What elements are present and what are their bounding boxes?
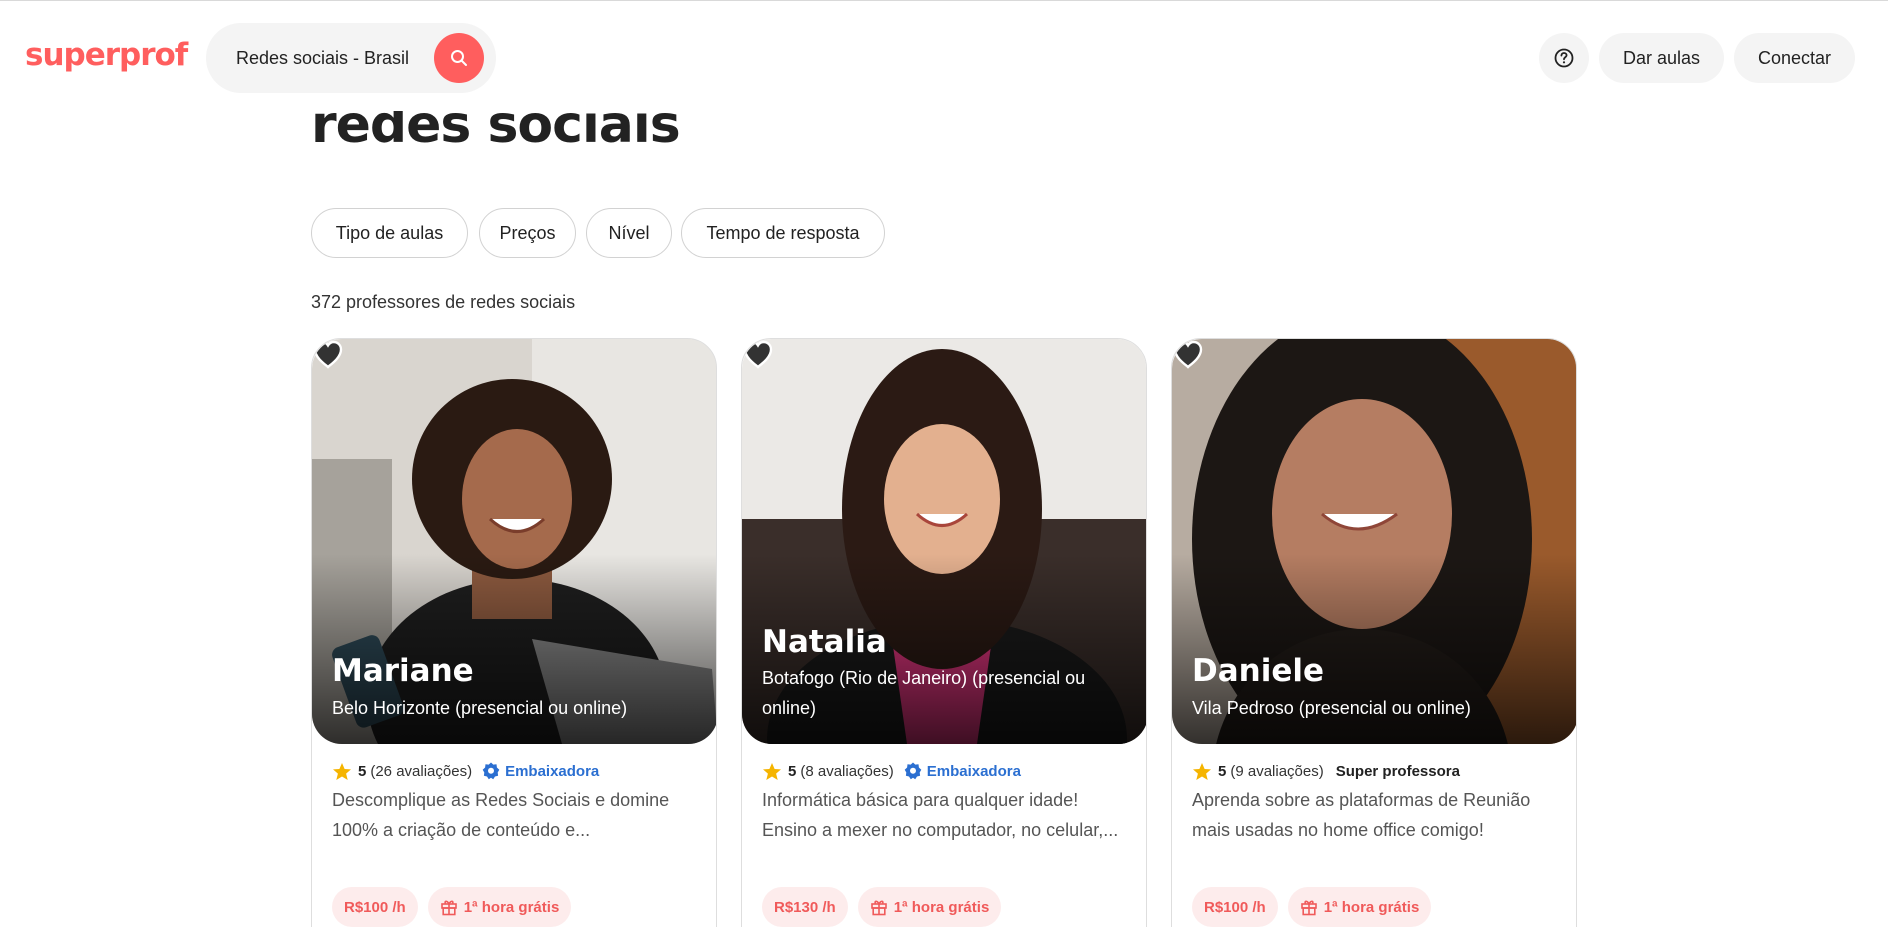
filter-response-time[interactable]: Tempo de resposta xyxy=(681,208,885,258)
super-teacher-badge: Super professora xyxy=(1335,762,1460,780)
price-tag: R$130 /h xyxy=(762,887,848,927)
teacher-name[interactable]: Natalia xyxy=(762,624,887,660)
teacher-description: Informática básica para qualquer idade! … xyxy=(762,790,1119,840)
review-count: (26 avaliações) xyxy=(370,762,473,780)
heart-icon[interactable] xyxy=(1172,339,1204,369)
rating-row: 5 (9 avaliações) Super professora xyxy=(1192,754,1460,788)
tag-row: R$130 /h 1ª hora grátis xyxy=(762,887,1002,927)
free-hour-tag: 1ª hora grátis xyxy=(857,887,1002,927)
help-button[interactable] xyxy=(1539,33,1589,83)
teach-button[interactable]: Dar aulas xyxy=(1599,33,1724,83)
teacher-photo: Natalia Botafogo (Rio de Janeiro) (prese… xyxy=(742,339,1146,744)
review-count: (8 avaliações) xyxy=(800,762,894,780)
teacher-location: Vila Pedroso (presencial ou online) xyxy=(1192,698,1471,718)
search-bar[interactable]: Redes sociais - Brasil xyxy=(206,23,496,93)
rating-row: 5 (26 avaliações) Embaixadora xyxy=(332,754,599,788)
ambassador-badge: Embaixadora xyxy=(904,762,1021,780)
ambassador-badge: Embaixadora xyxy=(482,762,599,780)
free-hour-label: 1ª hora grátis xyxy=(463,898,560,916)
site-header: superprof Redes sociais - Brasil Dar aul… xyxy=(0,1,1888,111)
review-count: (9 avaliações) xyxy=(1230,762,1324,780)
help-circle-icon xyxy=(1554,48,1574,68)
superprof-logo[interactable]: superprof xyxy=(25,37,188,73)
teacher-location: Belo Horizonte (presencial ou online) xyxy=(332,698,628,718)
search-input[interactable]: Redes sociais - Brasil xyxy=(236,48,409,69)
tag-row: R$100 /h 1ª hora grátis xyxy=(1192,887,1432,927)
teacher-location: Botafogo (Rio de Janeiro) (presencial ou… xyxy=(762,668,1086,718)
teacher-card[interactable]: Mariane Belo Horizonte (presencial ou on… xyxy=(311,338,717,927)
teacher-photo: Daniele Vila Pedroso (presencial ou onli… xyxy=(1172,339,1576,744)
teacher-card[interactable]: Natalia Botafogo (Rio de Janeiro) (prese… xyxy=(741,338,1147,927)
ambassador-badge-icon xyxy=(904,762,922,780)
tag-row: R$100 /h 1ª hora grátis xyxy=(332,887,572,927)
free-hour-label: 1ª hora grátis xyxy=(1323,898,1420,916)
star-icon xyxy=(332,762,352,781)
login-button[interactable]: Conectar xyxy=(1734,33,1855,83)
teacher-description: Aprenda sobre as plataformas de Reunião … xyxy=(1192,790,1531,840)
free-hour-label: 1ª hora grátis xyxy=(893,898,990,916)
price-tag: R$100 /h xyxy=(332,887,418,927)
badge-label: Embaixadora xyxy=(926,762,1021,780)
filter-lesson-type[interactable]: Tipo de aulas xyxy=(311,208,468,258)
price-tag: R$100 /h xyxy=(1192,887,1278,927)
teacher-name[interactable]: Daniele xyxy=(1192,653,1324,689)
teacher-description: Descomplique as Redes Sociais e domine 1… xyxy=(332,790,670,840)
result-count: 372 professores de redes sociais xyxy=(311,292,576,312)
star-icon xyxy=(1192,762,1212,781)
teacher-name[interactable]: Mariane xyxy=(332,653,474,689)
gift-icon xyxy=(870,900,887,916)
heart-icon[interactable] xyxy=(312,339,344,369)
star-icon xyxy=(762,762,782,781)
rating-score: 5 xyxy=(358,762,367,780)
rating-score: 5 xyxy=(1218,762,1227,780)
teacher-card[interactable]: Daniele Vila Pedroso (presencial ou onli… xyxy=(1171,338,1577,927)
heart-icon[interactable] xyxy=(742,339,774,369)
badge-label: Embaixadora xyxy=(505,762,600,780)
gift-icon xyxy=(1300,900,1317,916)
teacher-photo: Mariane Belo Horizonte (presencial ou on… xyxy=(312,339,716,744)
filter-price[interactable]: Preços xyxy=(479,208,576,258)
free-hour-tag: 1ª hora grátis xyxy=(1287,887,1432,927)
free-hour-tag: 1ª hora grátis xyxy=(427,887,572,927)
search-icon xyxy=(451,50,467,66)
gift-icon xyxy=(440,900,457,916)
rating-row: 5 (8 avaliações) Embaixadora xyxy=(762,754,1021,788)
rating-score: 5 xyxy=(788,762,797,780)
ambassador-badge-icon xyxy=(482,762,500,780)
filter-level[interactable]: Nível xyxy=(586,208,672,258)
search-button[interactable] xyxy=(434,33,484,83)
